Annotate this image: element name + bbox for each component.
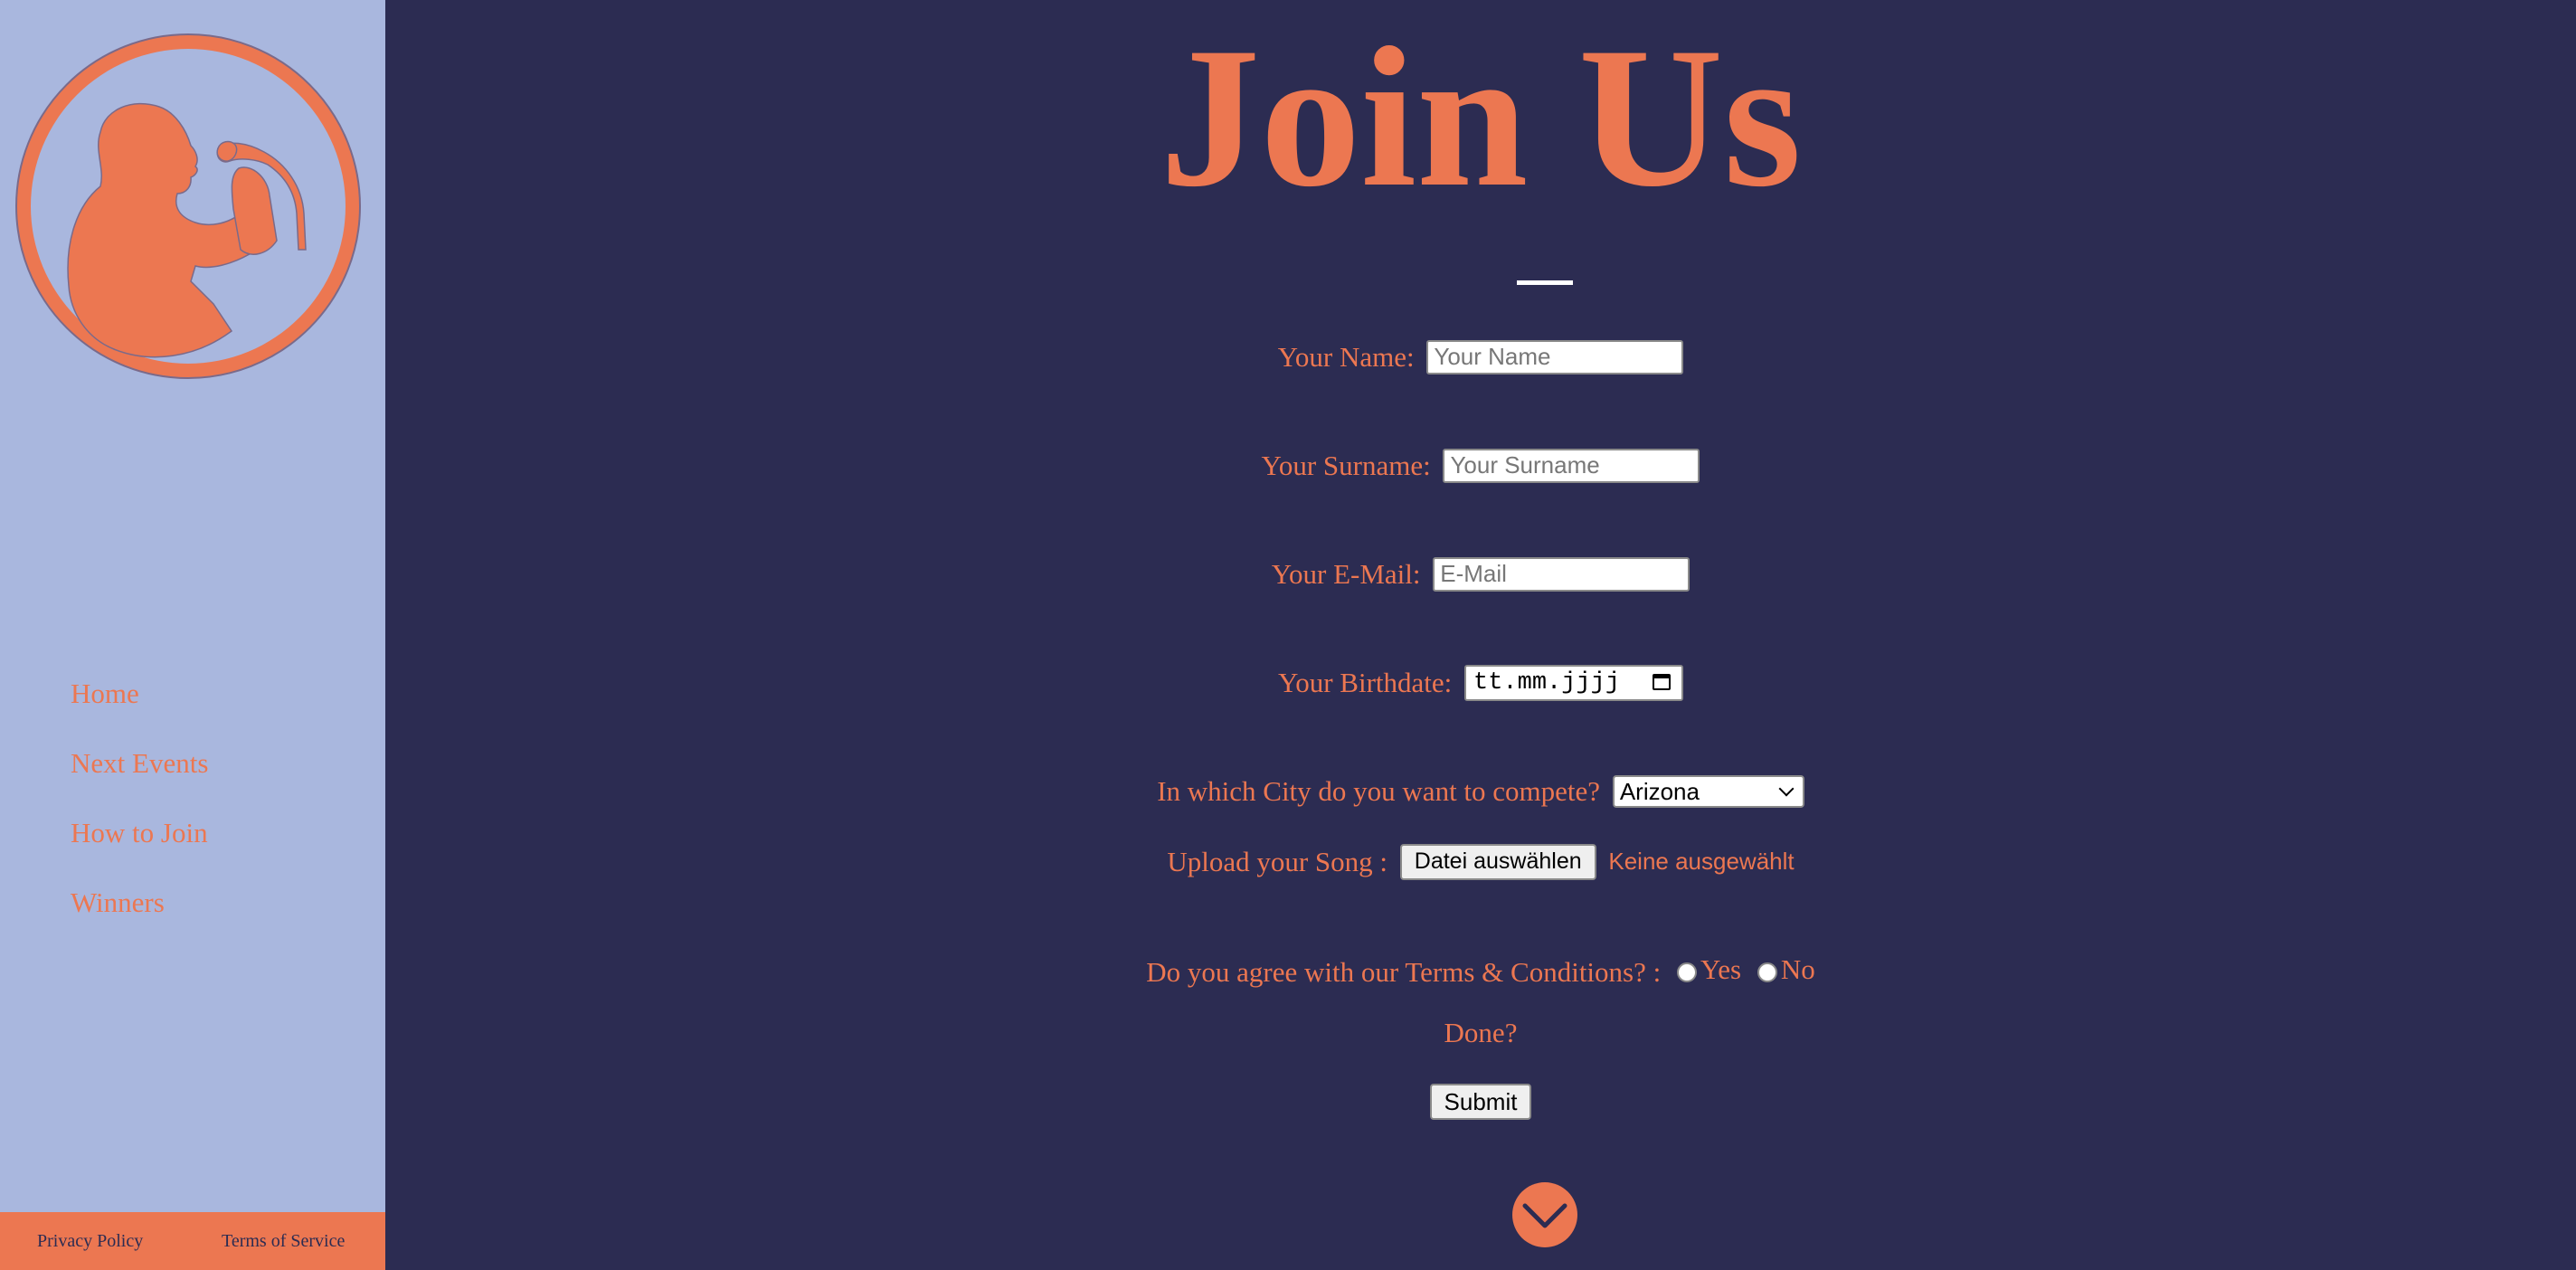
- name-label: Your Name:: [1277, 340, 1415, 373]
- terms-of-service-link[interactable]: Terms of Service: [222, 1212, 345, 1270]
- birthdate-input[interactable]: tt.mm.jjjj: [1464, 664, 1684, 701]
- song-label: Upload your Song :: [1167, 845, 1388, 877]
- city-select[interactable]: Arizona: [1612, 774, 1804, 808]
- surname-label: Your Surname:: [1261, 449, 1431, 481]
- page-title: Join Us: [1160, 6, 1802, 229]
- nav-item-how-to-join[interactable]: How to Join: [71, 809, 208, 878]
- city-selected-value: Arizona: [1619, 777, 1700, 805]
- singer-logo-icon[interactable]: [14, 33, 362, 380]
- submit-row: Submit: [385, 1084, 2576, 1120]
- chevron-down-icon: [1778, 781, 1795, 797]
- birthdate-label: Your Birthdate:: [1277, 666, 1453, 698]
- birthdate-placeholder: tt.mm.jjjj: [1473, 668, 1621, 697]
- name-row: Your Name:: [385, 338, 2576, 374]
- city-label: In which City do you want to compete?: [1157, 774, 1601, 807]
- sidebar: Home Next Events How to Join Winners Pri…: [0, 0, 385, 1270]
- surname-input[interactable]: [1443, 448, 1700, 483]
- sidebar-footer: Privacy Policy Terms of Service: [0, 1212, 385, 1270]
- calendar-icon[interactable]: [1653, 673, 1672, 690]
- terms-label: Do you agree with our Terms & Conditions…: [1146, 955, 1662, 988]
- submit-button[interactable]: Submit: [1429, 1084, 1532, 1120]
- choose-file-button[interactable]: Datei auswählen: [1399, 843, 1596, 880]
- nav-item-home[interactable]: Home: [71, 669, 208, 739]
- terms-yes-radio[interactable]: [1676, 962, 1697, 982]
- name-input[interactable]: [1426, 339, 1684, 374]
- surname-row: Your Surname:: [385, 447, 2576, 483]
- nav-item-winners[interactable]: Winners: [71, 878, 208, 948]
- song-row: Upload your Song : Datei auswählen Keine…: [385, 843, 2576, 880]
- email-input[interactable]: [1433, 556, 1690, 592]
- sidebar-nav: Home Next Events How to Join Winners: [71, 669, 208, 948]
- email-label: Your E-Mail:: [1271, 557, 1421, 590]
- privacy-policy-link[interactable]: Privacy Policy: [37, 1212, 143, 1270]
- nav-item-next-events[interactable]: Next Events: [71, 739, 208, 809]
- done-row: Done?: [385, 1017, 2576, 1049]
- scroll-down-button[interactable]: [1512, 1182, 1577, 1247]
- chevron-down-icon: [1522, 1203, 1567, 1228]
- terms-yes-label[interactable]: Yes: [1700, 953, 1741, 985]
- terms-row: Do you agree with our Terms & Conditions…: [385, 953, 2576, 989]
- title-divider: [1517, 280, 1573, 285]
- email-row: Your E-Mail:: [385, 555, 2576, 592]
- terms-no-label[interactable]: No: [1781, 953, 1815, 985]
- city-row: In which City do you want to compete? Ar…: [385, 772, 2576, 808]
- done-label: Done?: [1444, 1017, 1518, 1048]
- birthdate-row: Your Birthdate: tt.mm.jjjj: [385, 664, 2576, 701]
- terms-no-radio[interactable]: [1757, 962, 1777, 982]
- file-status: Keine ausgewählt: [1608, 848, 1795, 876]
